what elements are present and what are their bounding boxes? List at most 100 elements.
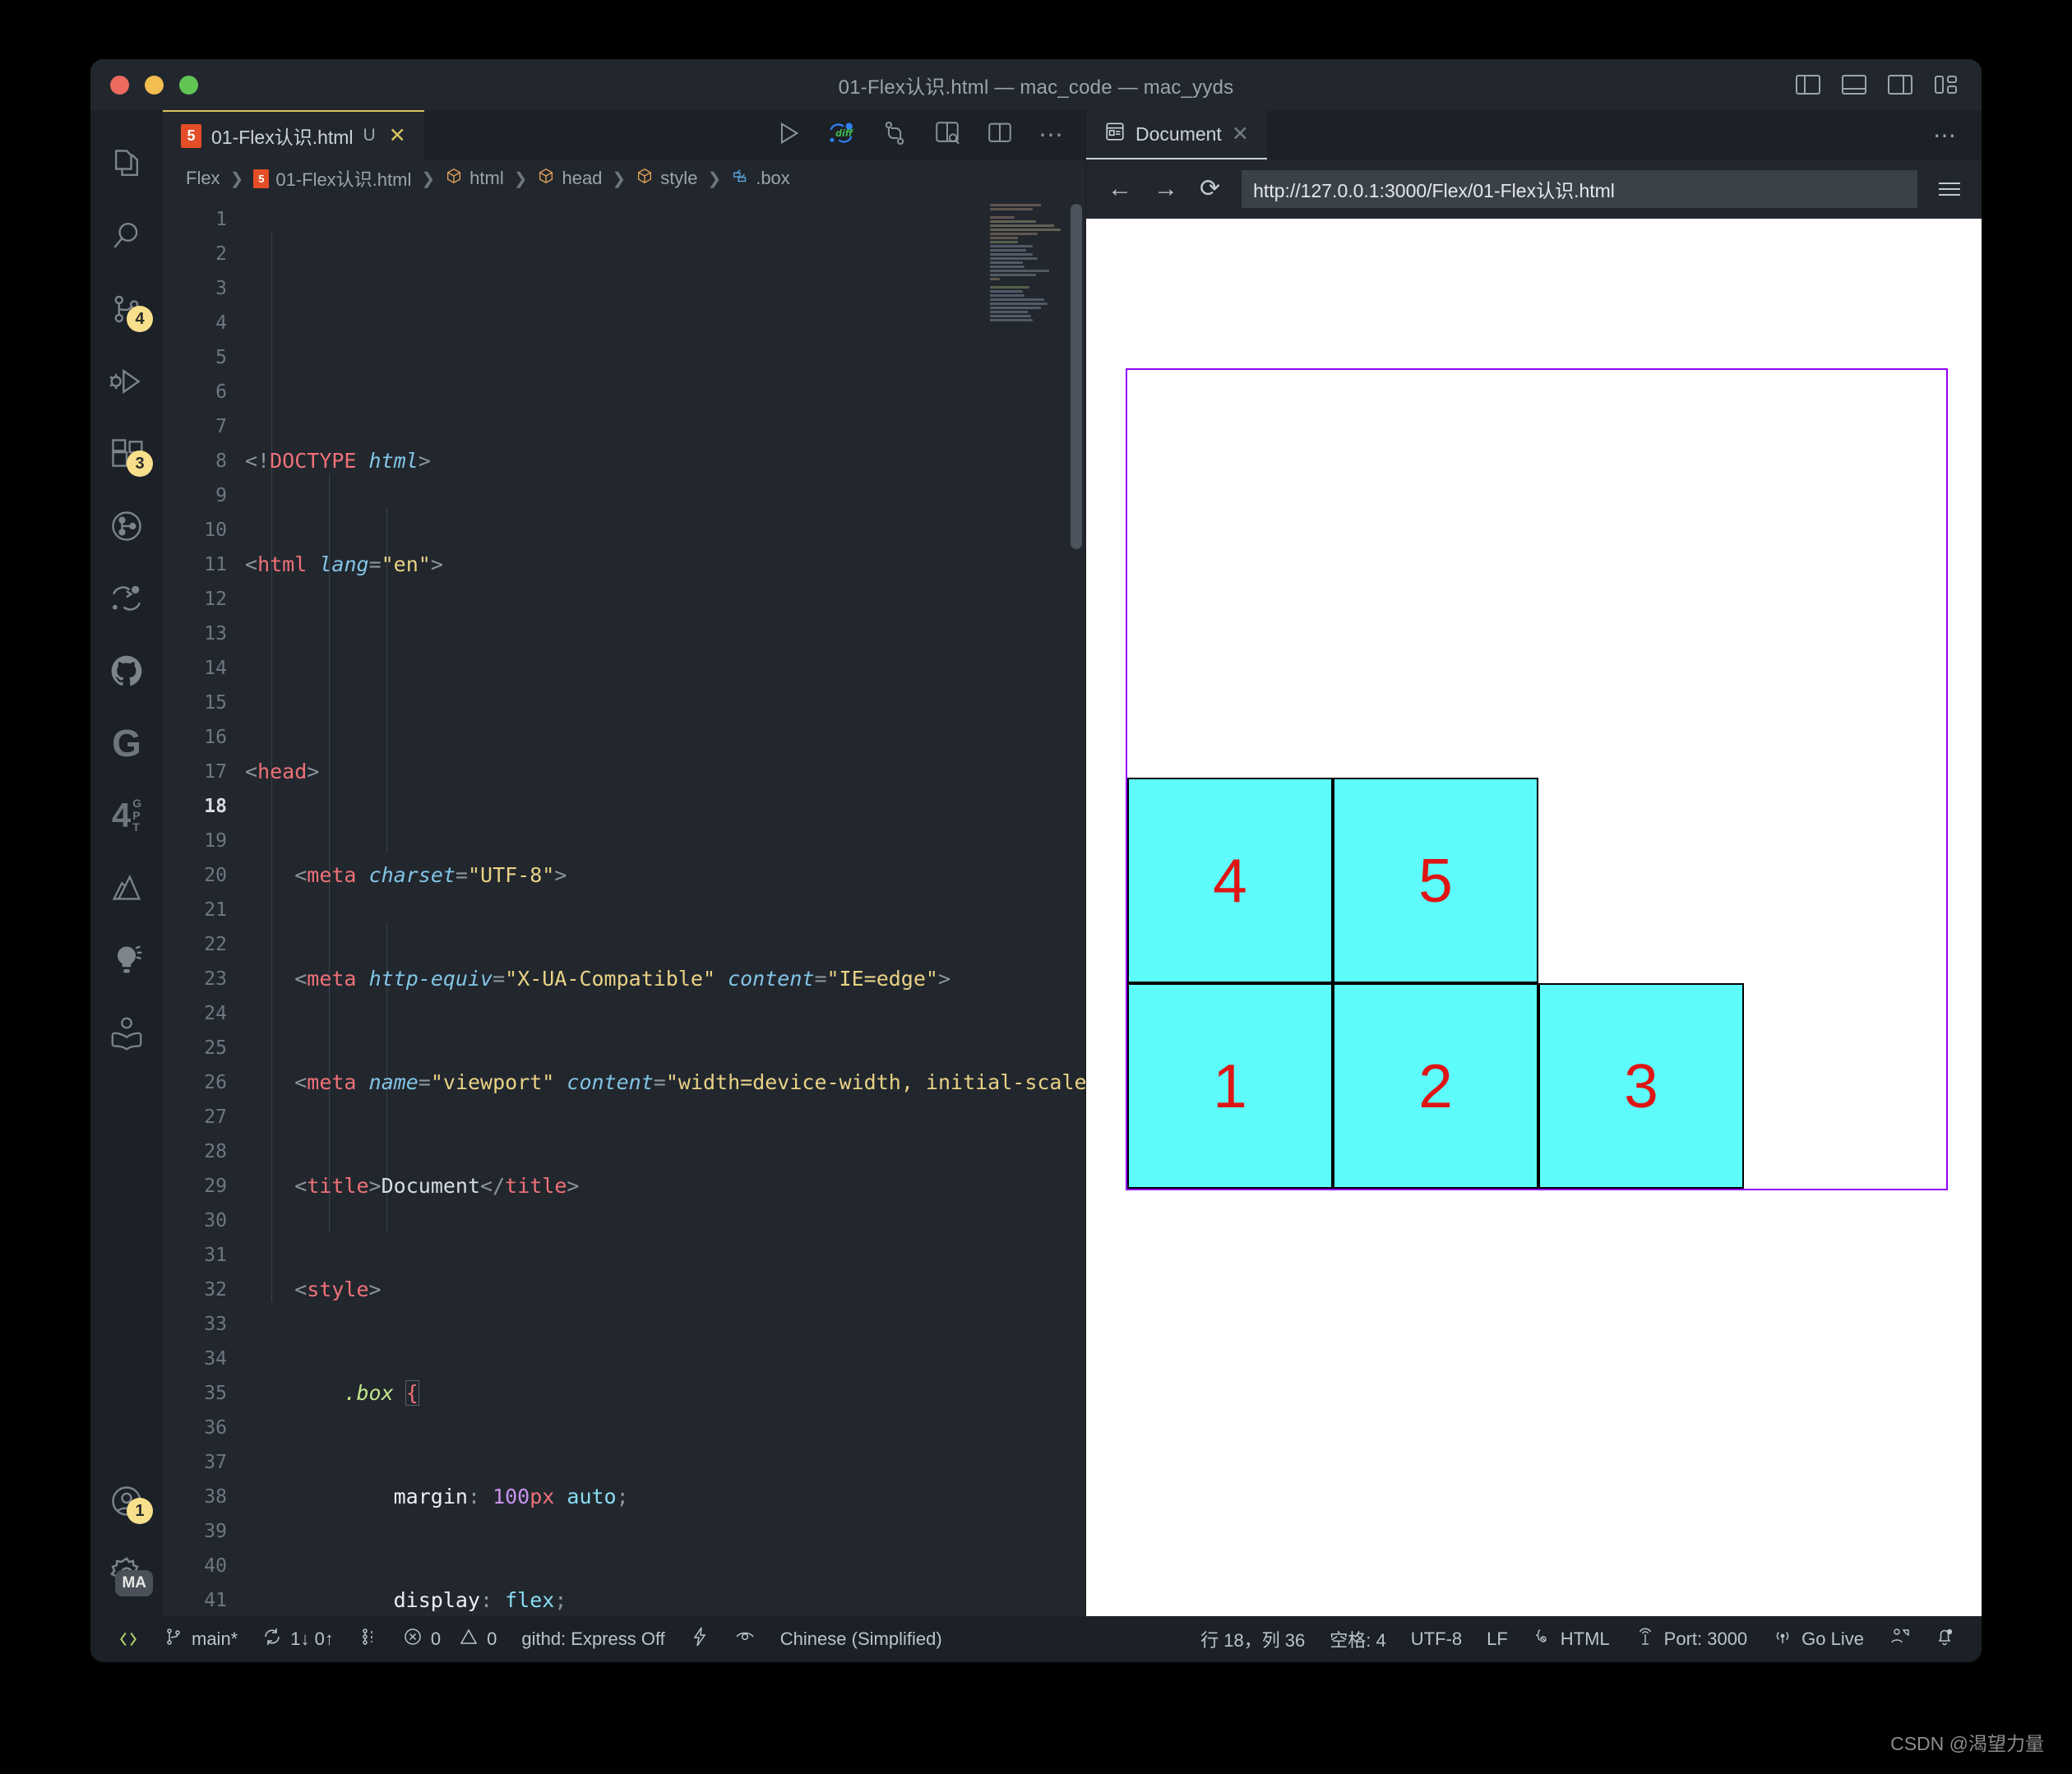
breadcrumb-item-box[interactable]: .box [731, 167, 790, 190]
toggle-primary-sidebar-icon[interactable] [1796, 75, 1820, 95]
sidebar-item-gpt4[interactable]: 4GPT [90, 779, 163, 852]
line-number: 7 [215, 416, 227, 437]
status-problems[interactable]: 0 0 [391, 1627, 510, 1652]
breadcrumb-item-head[interactable]: head [537, 167, 602, 190]
sidebar-item-explorer[interactable] [90, 128, 163, 201]
back-icon[interactable]: ← [1108, 177, 1132, 201]
line-number: 2 [215, 243, 227, 265]
breadcrumb-separator: ❯ [707, 169, 722, 188]
status-eol[interactable]: LF [1474, 1628, 1520, 1650]
status-encoding[interactable]: UTF-8 [1399, 1628, 1474, 1650]
line-number: 36 [204, 1417, 227, 1439]
minimize-window-button[interactable] [145, 75, 164, 95]
flex-item: 3 [1538, 983, 1744, 1189]
sidebar-item-accounts[interactable]: 1 [90, 1465, 163, 1537]
title-bar: 01-Flex认识.html — mac_code — mac_yyds [90, 59, 1982, 110]
line-number: 15 [204, 692, 227, 714]
flex-item: 4 [1127, 778, 1333, 983]
extensions-badge: 3 [127, 450, 153, 477]
hamburger-icon[interactable] [1939, 182, 1960, 196]
status-remote-window[interactable] [105, 1628, 151, 1650]
code-line: display: flex; [393, 1588, 567, 1612]
toggle-panel-icon[interactable] [1842, 75, 1866, 95]
sidebar-item-project-manager[interactable] [90, 852, 163, 924]
line-number-gutter: 123 456 789 10 11 12 13 14 15 16 17 18 19 20 21… [163, 197, 242, 1616]
status-sync[interactable]: 1↓ 0↑ [250, 1627, 346, 1652]
close-icon[interactable]: ✕ [1232, 122, 1249, 146]
sidebar-item-diff[interactable] [90, 562, 163, 635]
sidebar-item-manage[interactable]: MA [90, 1537, 163, 1610]
breadcrumb-label-box: .box [756, 168, 790, 188]
symbol-tag-icon [445, 167, 463, 190]
editor-tab-01-flex[interactable]: 5 01-Flex认识.html U ✕ [163, 110, 424, 159]
code-editor[interactable]: 123 456 789 10 11 12 13 14 15 16 17 18 19 20 21… [163, 197, 1085, 1616]
editor-vertical-scrollbar[interactable] [1071, 204, 1082, 549]
status-indentation[interactable]: 空格: 4 [1317, 1626, 1398, 1652]
status-bolt[interactable] [678, 1626, 722, 1652]
status-port[interactable]: Port: 3000 [1622, 1627, 1760, 1652]
activity-bar: 4 3 G 4 G P T 1 MA [90, 110, 163, 1616]
close-icon[interactable]: ✕ [386, 125, 406, 146]
window-title: 01-Flex认识.html — mac_code — mac_yyds [838, 76, 1234, 99]
status-cursor-position[interactable]: 行 18，列 36 [1188, 1626, 1317, 1652]
line-number: 9 [215, 485, 227, 506]
editor-actions: diff ⋯ [774, 110, 1085, 159]
reload-icon[interactable]: ⟳ [1200, 177, 1220, 201]
toggle-secondary-sidebar-icon[interactable] [1888, 75, 1912, 95]
code-line: <!DOCTYPE html> [245, 449, 431, 473]
status-file-type[interactable]: HTML [1520, 1627, 1622, 1652]
status-notifications[interactable] [1922, 1626, 1967, 1652]
gpt4-icon: 4GPT [111, 796, 142, 834]
breadcrumb-item-file[interactable]: 5 01-Flex认识.html [253, 165, 411, 192]
manage-badge: MA [115, 1570, 153, 1596]
status-eye[interactable] [722, 1628, 768, 1651]
preview-tab-label: Document [1135, 122, 1222, 145]
sidebar-item-source-control[interactable]: 4 [90, 273, 163, 345]
run-preview-icon[interactable] [774, 119, 802, 151]
preview-more-actions-icon[interactable]: ⋯ [1933, 110, 1982, 159]
preview-viewport[interactable]: 1 2 3 4 5 [1086, 219, 1982, 1616]
sidebar-item-extensions[interactable]: 3 [90, 418, 163, 490]
code-line: <title>Document</title> [294, 1174, 580, 1198]
status-feedback[interactable] [1876, 1627, 1922, 1652]
split-search-icon[interactable] [933, 119, 961, 151]
url-input[interactable]: http://127.0.0.1:3000/Flex/01-Flex认识.htm… [1242, 170, 1917, 208]
status-branch[interactable]: main* [151, 1627, 250, 1652]
code-line: <meta charset="UTF-8"> [294, 863, 567, 887]
close-window-button[interactable] [110, 75, 129, 95]
sidebar-item-ideas[interactable] [90, 924, 163, 996]
line-number: 20 [204, 865, 227, 886]
minimap[interactable] [990, 204, 1069, 327]
breadcrumb-item-html[interactable]: html [445, 167, 504, 190]
sidebar-item-git-graph[interactable] [90, 490, 163, 562]
line-number: 41 [204, 1590, 227, 1611]
status-encoding-label: UTF-8 [1410, 1628, 1463, 1649]
warning-icon [459, 1627, 479, 1652]
code-content[interactable]: <!DOCTYPE html> <html lang="en"> <head> … [242, 197, 1085, 1616]
code-line: <style> [294, 1277, 382, 1301]
status-warnings-count: 0 [487, 1628, 497, 1649]
flex-item: 2 [1333, 983, 1538, 1189]
svg-text:diff: diff [835, 128, 854, 139]
preview-tab-document[interactable]: Document ✕ [1086, 110, 1267, 159]
sidebar-item-reader[interactable] [90, 996, 163, 1069]
status-language-input[interactable]: Chinese (Simplified) [768, 1628, 955, 1650]
sidebar-item-gitlens[interactable]: G [90, 707, 163, 779]
status-githd[interactable]: githd: Express Off [509, 1628, 677, 1650]
sidebar-item-run-debug[interactable] [90, 345, 163, 418]
maximize-window-button[interactable] [179, 75, 198, 95]
source-compare-icon[interactable] [881, 119, 909, 151]
sidebar-item-github[interactable] [90, 635, 163, 707]
customize-layout-icon[interactable] [1934, 75, 1959, 95]
breadcrumb-item-folder[interactable]: Flex [186, 168, 220, 189]
status-go-live[interactable]: Go Live [1760, 1626, 1876, 1652]
diff-sync-icon[interactable]: diff [826, 118, 856, 152]
split-editor-icon[interactable] [986, 119, 1014, 151]
status-publish[interactable] [346, 1627, 391, 1652]
more-actions-icon[interactable]: ⋯ [1038, 121, 1066, 150]
line-number: 3 [215, 278, 227, 299]
breadcrumb-item-style[interactable]: style [636, 167, 697, 190]
forward-icon[interactable]: → [1154, 177, 1178, 201]
json-braces-icon [1533, 1627, 1552, 1652]
sidebar-item-search[interactable] [90, 201, 163, 273]
